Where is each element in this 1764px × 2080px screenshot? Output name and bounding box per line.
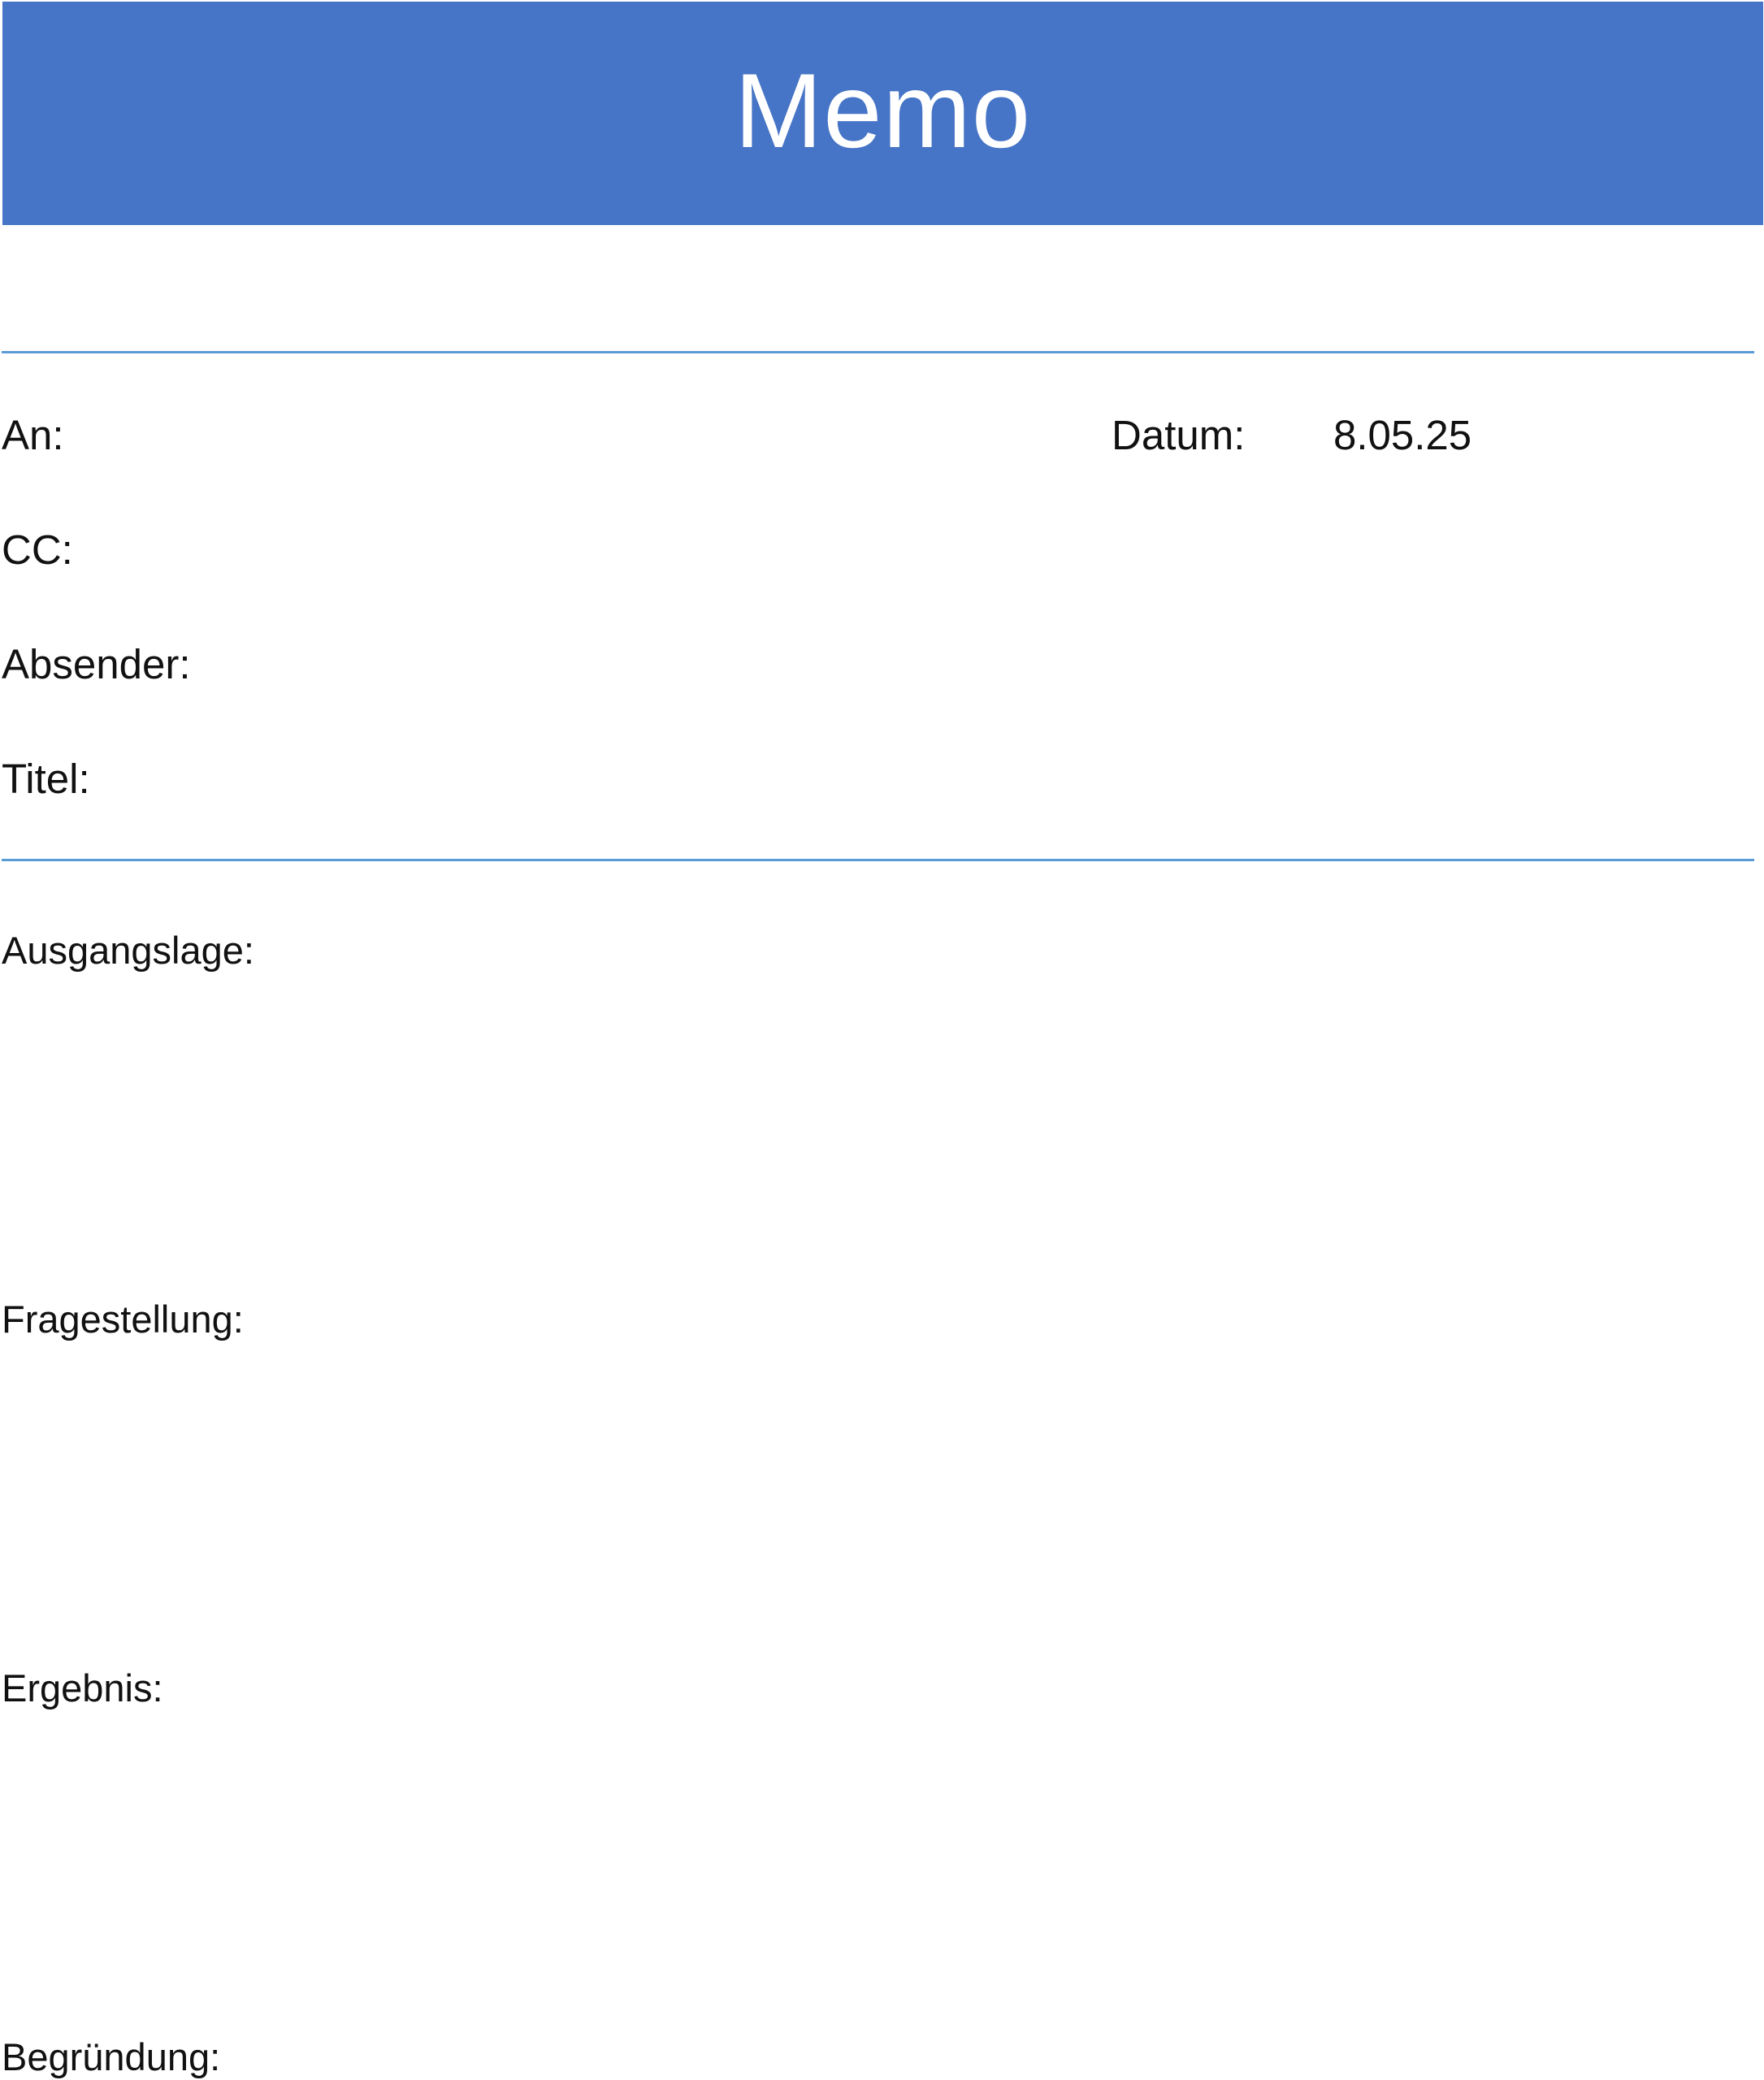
date-value: 8.05.25 xyxy=(1333,412,1472,458)
section-heading-begruendung: Begründung: xyxy=(2,2035,221,2078)
memo-title: Memo xyxy=(734,50,1032,170)
section-heading-fragestellung: Fragestellung: xyxy=(2,1298,244,1341)
cc-label: CC: xyxy=(2,526,73,573)
date-label: Datum: xyxy=(1112,412,1246,458)
section-heading-ergebnis: Ergebnis: xyxy=(2,1666,163,1710)
header-divider xyxy=(2,351,1754,353)
to-label: An: xyxy=(2,412,64,458)
section-heading-ausgangslage: Ausgangslage: xyxy=(2,929,254,972)
memo-header-banner: Memo xyxy=(2,2,1763,225)
sender-label: Absender: xyxy=(2,641,191,687)
subject-label: Titel: xyxy=(2,756,90,802)
fields-divider xyxy=(2,859,1754,861)
